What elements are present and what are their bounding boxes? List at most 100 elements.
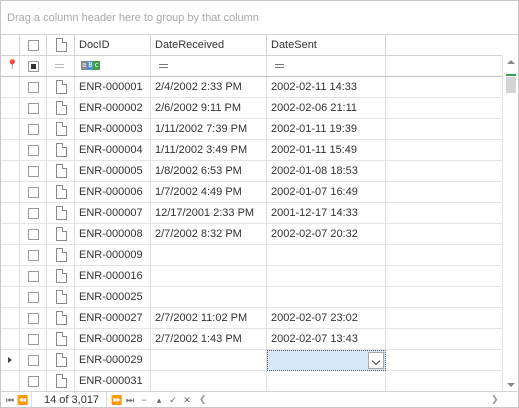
datesent-cell[interactable]: 2001-12-17 14:33 (267, 203, 386, 223)
delete-record-icon[interactable]: − (138, 394, 150, 406)
row-indicator-cell[interactable] (1, 287, 20, 307)
previous-page-icon[interactable]: ⏪ (17, 394, 29, 406)
scroll-up-icon[interactable] (507, 60, 515, 64)
docid-cell[interactable]: ENR-000025 (75, 287, 151, 307)
row-checkbox[interactable] (28, 187, 39, 198)
table-row[interactable]: ENR-000008 2/7/2002 8:32 PM 2002-02-07 20:… (1, 224, 502, 245)
datereceived-cell[interactable]: 1/7/2002 4:49 PM (151, 182, 267, 202)
row-checkbox[interactable] (28, 124, 39, 135)
column-header-datereceived[interactable]: DateReceived (151, 35, 267, 55)
datereceived-cell[interactable]: 1/11/2002 3:49 PM (151, 140, 267, 160)
row-page-cell[interactable] (47, 329, 75, 349)
row-checkbox[interactable] (28, 355, 39, 366)
datereceived-cell[interactable] (151, 266, 267, 286)
scroll-down-icon[interactable] (507, 383, 515, 387)
datesent-cell[interactable]: 2002-01-07 16:49 (267, 182, 386, 202)
cancel-edit-icon[interactable]: ✕ (181, 394, 193, 406)
filter-checkbox-cell[interactable] (20, 56, 47, 76)
row-indicator-cell[interactable] (1, 350, 20, 370)
datesent-cell[interactable]: 2002-02-07 23:02 (267, 308, 386, 328)
row-page-cell[interactable] (47, 203, 75, 223)
datesent-cell[interactable]: 2002-02-11 14:33 (267, 77, 386, 97)
table-row[interactable]: ENR-000031 (1, 371, 502, 391)
row-checkbox-cell[interactable] (20, 308, 47, 328)
vertical-scrollbar[interactable] (502, 56, 518, 391)
row-checkbox[interactable] (28, 145, 39, 156)
header-select-all-cell[interactable] (20, 35, 47, 55)
chevron-down-icon[interactable] (368, 352, 384, 369)
docid-cell[interactable]: ENR-000016 (75, 266, 151, 286)
row-indicator-cell[interactable] (1, 224, 20, 244)
datereceived-cell[interactable] (151, 350, 267, 370)
first-record-icon[interactable]: ⏮ (4, 394, 16, 406)
table-row[interactable]: ENR-000004 1/11/2002 3:49 PM 2002-01-11 15… (1, 140, 502, 161)
table-row[interactable]: ENR-000001 2/4/2002 2:33 PM 2002-02-11 14:… (1, 77, 502, 98)
datereceived-cell[interactable]: 2/4/2002 2:33 PM (151, 77, 267, 97)
table-row[interactable]: ENR-000007 12/17/2001 2:33 PM 2001-12-17 1… (1, 203, 502, 224)
row-indicator-cell[interactable] (1, 98, 20, 118)
datesent-cell[interactable] (267, 287, 386, 307)
datesent-cell[interactable]: 2002-02-07 20:32 (267, 224, 386, 244)
filter-docid-cell[interactable]: aBc (75, 56, 151, 76)
row-page-cell[interactable] (47, 77, 75, 97)
datereceived-cell[interactable]: 2/7/2002 11:02 PM (151, 308, 267, 328)
row-checkbox-cell[interactable] (20, 203, 47, 223)
datesent-cell[interactable]: 2002-01-08 18:53 (267, 161, 386, 181)
row-checkbox[interactable] (28, 82, 39, 93)
docid-cell[interactable]: ENR-000002 (75, 98, 151, 118)
row-checkbox[interactable] (28, 292, 39, 303)
datereceived-cell[interactable]: 1/8/2002 6:53 PM (151, 161, 267, 181)
filter-datereceived-cell[interactable] (151, 56, 267, 76)
filter-page-cell[interactable] (47, 56, 75, 76)
docid-cell[interactable]: ENR-000028 (75, 329, 151, 349)
row-checkbox[interactable] (28, 166, 39, 177)
docid-cell[interactable]: ENR-000027 (75, 308, 151, 328)
datereceived-cell[interactable] (151, 371, 267, 391)
table-row[interactable]: ENR-000003 1/11/2002 7:39 PM 2002-01-11 19… (1, 119, 502, 140)
row-indicator-cell[interactable] (1, 77, 20, 97)
table-row[interactable]: ENR-000005 1/8/2002 6:53 PM 2002-01-08 18:… (1, 161, 502, 182)
docid-cell[interactable]: ENR-000001 (75, 77, 151, 97)
row-page-cell[interactable] (47, 266, 75, 286)
row-indicator-cell[interactable] (1, 266, 20, 286)
docid-cell[interactable]: ENR-000008 (75, 224, 151, 244)
row-checkbox[interactable] (28, 334, 39, 345)
datesent-cell[interactable]: 2002-02-07 13:43 (267, 329, 386, 349)
row-page-cell[interactable] (47, 119, 75, 139)
row-indicator-cell[interactable] (1, 140, 20, 160)
scroll-left-icon[interactable]: ❮ (199, 394, 207, 405)
docid-cell[interactable]: ENR-000007 (75, 203, 151, 223)
row-indicator-cell[interactable] (1, 203, 20, 223)
row-checkbox-cell[interactable] (20, 329, 47, 349)
datesent-cell[interactable] (267, 371, 386, 391)
docid-cell[interactable]: ENR-000029 (75, 350, 151, 370)
table-row[interactable]: ENR-000027 2/7/2002 11:02 PM 2002-02-07 23… (1, 308, 502, 329)
datereceived-cell[interactable]: 2/7/2002 8:32 PM (151, 224, 267, 244)
column-header-datesent[interactable]: DateSent (267, 35, 386, 55)
row-checkbox[interactable] (28, 229, 39, 240)
abc-filter-icon[interactable]: aBc (81, 61, 100, 70)
datereceived-cell[interactable] (151, 245, 267, 265)
table-row[interactable]: ENR-000006 1/7/2002 4:49 PM 2002-01-07 16:… (1, 182, 502, 203)
table-row[interactable]: ENR-000002 2/6/2002 9:11 PM 2002-02-06 21:… (1, 98, 502, 119)
row-indicator-cell[interactable] (1, 245, 20, 265)
filter-checkbox[interactable] (28, 61, 39, 72)
datereceived-cell[interactable]: 12/17/2001 2:33 PM (151, 203, 267, 223)
row-checkbox-cell[interactable] (20, 371, 47, 391)
next-page-icon[interactable]: ⏩ (111, 394, 123, 406)
row-page-cell[interactable] (47, 287, 75, 307)
row-checkbox-cell[interactable] (20, 287, 47, 307)
row-checkbox[interactable] (28, 313, 39, 324)
row-checkbox[interactable] (28, 103, 39, 114)
row-checkbox-cell[interactable] (20, 140, 47, 160)
row-page-cell[interactable] (47, 161, 75, 181)
row-indicator-cell[interactable] (1, 371, 20, 391)
scroll-right-icon[interactable]: ❯ (491, 394, 499, 405)
docid-cell[interactable]: ENR-000003 (75, 119, 151, 139)
row-indicator-cell[interactable] (1, 161, 20, 181)
end-edit-icon[interactable]: ✓ (167, 394, 179, 406)
datereceived-cell[interactable]: 1/11/2002 7:39 PM (151, 119, 267, 139)
docid-cell[interactable]: ENR-000009 (75, 245, 151, 265)
filter-datesent-cell[interactable] (267, 56, 386, 76)
docid-cell[interactable]: ENR-000005 (75, 161, 151, 181)
